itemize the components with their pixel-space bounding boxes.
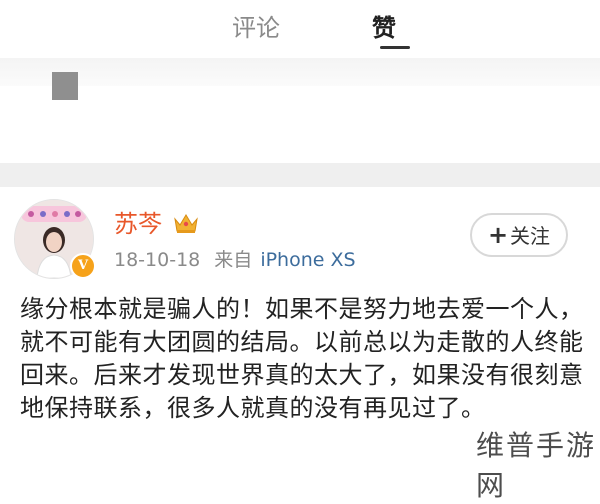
follow-button[interactable]: + 关注 <box>470 213 568 257</box>
watermark: 维普手游网 <box>476 429 597 502</box>
post-date: 18-10-18 <box>114 249 201 271</box>
vip-v-icon: V <box>70 253 96 279</box>
username[interactable]: 苏芩 <box>114 209 162 239</box>
plus-icon: + <box>487 221 509 249</box>
tab-likes[interactable]: 赞 <box>372 12 396 44</box>
empty-content-area <box>0 86 600 168</box>
post-meta: 18-10-18 来自 iPhone XS <box>114 247 356 273</box>
source-prefix: 来自 <box>214 249 253 271</box>
active-tab-indicator <box>380 46 410 49</box>
tab-comments[interactable]: 评论 <box>232 12 280 44</box>
divider <box>0 58 600 86</box>
tab-bar: 评论 赞 <box>0 0 600 58</box>
post-content: 缘分根本就是骗人的！如果不是努力地去爱一个人，就不可能有大团圆的结局。以前总以为… <box>20 295 584 422</box>
placeholder-block <box>52 72 78 100</box>
follow-label: 关注 <box>510 224 551 248</box>
section-separator <box>0 163 600 187</box>
crown-icon <box>174 214 198 233</box>
source-device[interactable]: iPhone XS <box>260 249 355 271</box>
